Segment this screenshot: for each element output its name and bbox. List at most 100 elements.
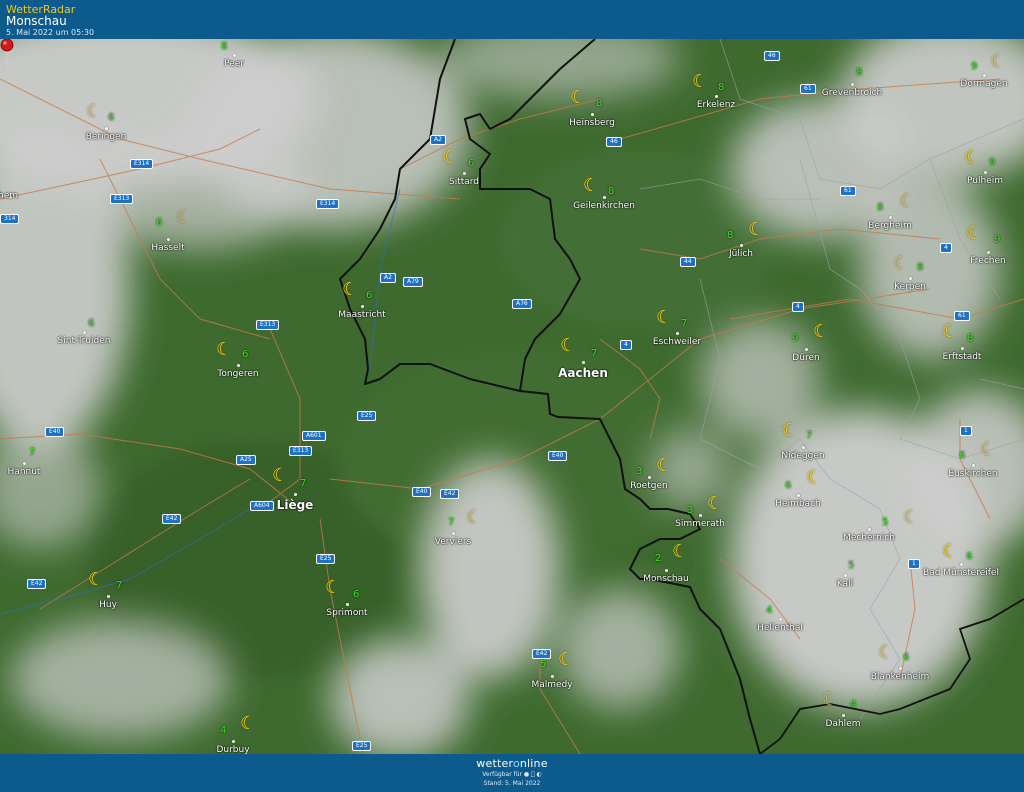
city-label[interactable]: Eschweiler: [653, 337, 701, 347]
city-label[interactable]: Kerpen: [894, 282, 926, 292]
city-label[interactable]: Jülich: [729, 249, 753, 259]
city-dot: [983, 74, 986, 77]
city-label[interactable]: Erftstadt: [943, 352, 982, 362]
city-label[interactable]: Euskirchen: [948, 469, 997, 479]
temperature-value: 8: [596, 98, 603, 109]
city-label[interactable]: Hannut: [8, 467, 41, 477]
city-label[interactable]: Roetgen: [630, 481, 667, 491]
city-dot: [960, 563, 963, 566]
moon-icon: ☾: [692, 71, 709, 92]
city-dot: [603, 196, 606, 199]
moon-icon: ☾: [86, 101, 103, 122]
city-dot: [452, 532, 455, 535]
city-label[interactable]: Heinsberg: [569, 118, 615, 128]
road-shield: A2: [430, 135, 446, 145]
logo-part: wetter: [476, 757, 513, 770]
city-label[interactable]: Erkelenz: [697, 100, 735, 110]
city-label[interactable]: Monschau: [643, 574, 689, 584]
road-shield: E40: [412, 487, 432, 497]
city-label[interactable]: Verviers: [435, 537, 471, 547]
location-pin-icon[interactable]: [0, 39, 14, 69]
road-shield: 46: [764, 51, 780, 61]
city-dot: [551, 675, 554, 678]
temperature-value: 6: [785, 480, 792, 491]
city-label[interactable]: Hasselt: [151, 243, 184, 253]
road-shield: 46: [606, 137, 622, 147]
city-label[interactable]: hem: [0, 191, 18, 201]
city-dot: [844, 574, 847, 577]
city-label[interactable]: Tongeren: [217, 369, 258, 379]
city-label[interactable]: Heimbach: [775, 499, 820, 509]
logo-o: o: [512, 757, 520, 770]
temperature-value: 5: [848, 560, 855, 571]
city-dot: [105, 127, 108, 130]
city-label[interactable]: Blankenheim: [871, 672, 930, 682]
moon-icon: ☾: [748, 219, 765, 240]
availability-label: Verfügbar für: [482, 771, 522, 778]
road-shield: E42: [440, 489, 460, 499]
city-label[interactable]: Hellenthal: [757, 623, 803, 633]
moon-icon: ☾: [176, 207, 193, 228]
moon-icon: ☾: [656, 307, 673, 328]
radar-timestamp: 5. Mai 2022 um 05:30: [6, 28, 95, 37]
city-label[interactable]: Dahlem: [826, 719, 861, 729]
city-label[interactable]: Simmerath: [675, 519, 725, 529]
city-label[interactable]: Sittard: [449, 177, 479, 187]
city-dot: [842, 714, 845, 717]
wetteronline-logo[interactable]: wetteronline: [0, 757, 1024, 770]
road-shield: E42: [162, 514, 182, 524]
moon-icon: ☾: [878, 642, 895, 663]
moon-icon: ☾: [990, 51, 1007, 72]
city-label[interactable]: Aachen: [558, 366, 608, 380]
road-shield: A2: [380, 273, 396, 283]
city-label[interactable]: Nideggen: [781, 451, 824, 461]
city-dot: [591, 113, 594, 116]
city-label[interactable]: Peer: [224, 59, 244, 69]
temperature-value: 9: [971, 61, 978, 72]
temperature-value: 7: [116, 580, 123, 591]
platform-icons: ●  ◐: [524, 771, 542, 778]
city-label[interactable]: Grevenbroich: [822, 88, 882, 98]
city-label[interactable]: Dormagen: [960, 79, 1007, 89]
city-dot: [972, 464, 975, 467]
city-dot: [665, 569, 668, 572]
city-dot: [961, 347, 964, 350]
road-shield: E313: [289, 446, 313, 456]
city-label[interactable]: Mechernich: [843, 533, 895, 543]
availability-text: Verfügbar für ●  ◐: [0, 771, 1024, 778]
city-label[interactable]: Bad Münstereifel: [923, 568, 999, 578]
city-label[interactable]: Beringen: [86, 132, 127, 142]
city-dot: [23, 462, 26, 465]
logo-part: nline: [519, 757, 548, 770]
moon-icon: ☾: [893, 253, 910, 274]
city-label[interactable]: Frechen: [970, 256, 1005, 266]
temperature-value: 4: [220, 725, 227, 736]
moon-icon: ☾: [899, 191, 916, 212]
city-label[interactable]: Düren: [792, 353, 819, 363]
city-label[interactable]: Maastricht: [338, 310, 385, 320]
city-label[interactable]: Geilenkirchen: [573, 201, 635, 211]
city-label[interactable]: Liège: [277, 498, 314, 512]
city-dot: [233, 54, 236, 57]
city-label[interactable]: Sint-Truiden: [58, 336, 111, 346]
city-label[interactable]: Huy: [99, 600, 117, 610]
city-dot: [987, 251, 990, 254]
city-label[interactable]: Pulheim: [967, 176, 1003, 186]
moon-icon: ☾: [240, 713, 257, 734]
city-label[interactable]: Kall: [837, 579, 853, 589]
temperature-value: 6: [156, 217, 163, 228]
temperature-value: 7: [806, 430, 813, 441]
city-dot: [167, 238, 170, 241]
road-shield: A601: [302, 431, 326, 441]
city-label[interactable]: Malmedy: [531, 680, 572, 690]
city-dot: [699, 514, 702, 517]
city-dot: [648, 476, 651, 479]
road-shield: E42: [532, 649, 552, 659]
road-shield: 61: [840, 186, 856, 196]
road-shield: A79: [403, 277, 423, 287]
city-label[interactable]: Durbuy: [216, 745, 249, 754]
city-label[interactable]: Sprimont: [326, 608, 367, 618]
city-label[interactable]: Bergheim: [868, 221, 911, 231]
city-dot: [740, 244, 743, 247]
radar-map[interactable]: Peer 8 Beringen 6 ☾ hem Hasselt 6 ☾ Sint-Truiden 6…: [0, 39, 1024, 754]
